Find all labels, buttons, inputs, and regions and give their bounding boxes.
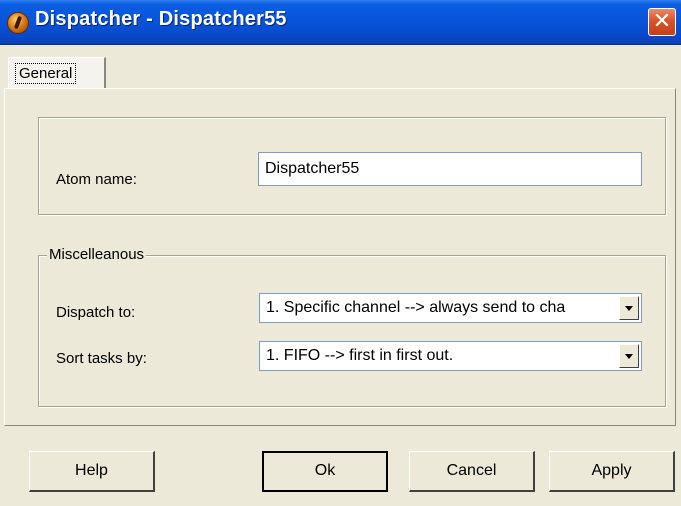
ok-button[interactable]: Ok: [262, 451, 388, 492]
miscellaneous-group: [38, 255, 666, 407]
chevron-down-icon[interactable]: [619, 344, 639, 368]
sort-tasks-select[interactable]: 1. FIFO --> first in first out.: [259, 341, 642, 371]
ok-button-label: Ok: [314, 462, 336, 479]
apply-button[interactable]: Apply: [549, 451, 675, 492]
close-button[interactable]: ✕: [648, 8, 676, 36]
help-button-label: Help: [75, 462, 108, 479]
atom-name-input[interactable]: [258, 152, 642, 186]
close-icon: ✕: [652, 9, 672, 34]
cancel-button[interactable]: Cancel: [409, 451, 535, 492]
chevron-down-icon[interactable]: [619, 296, 639, 320]
title-bar: Dispatcher - Dispatcher55 ✕: [0, 0, 681, 45]
miscellaneous-group-label: Miscelleanous: [47, 246, 147, 263]
dispatch-to-value: 1. Specific channel --> always send to c…: [266, 299, 566, 316]
tab-general[interactable]: General: [8, 57, 106, 88]
window-title: Dispatcher - Dispatcher55: [35, 8, 287, 30]
help-button[interactable]: Help: [29, 451, 155, 492]
cancel-button-label: Cancel: [446, 462, 497, 479]
apply-button-label: Apply: [591, 462, 632, 479]
sort-tasks-value: 1. FIFO --> first in first out.: [266, 347, 454, 364]
app-icon: [7, 12, 29, 34]
atom-name-label: Atom name:: [56, 171, 137, 188]
dispatch-to-select[interactable]: 1. Specific channel --> always send to c…: [259, 293, 642, 323]
tab-general-label: General: [15, 63, 77, 84]
dispatch-to-label: Dispatch to:: [56, 304, 136, 321]
sort-tasks-label: Sort tasks by:: [56, 350, 147, 367]
